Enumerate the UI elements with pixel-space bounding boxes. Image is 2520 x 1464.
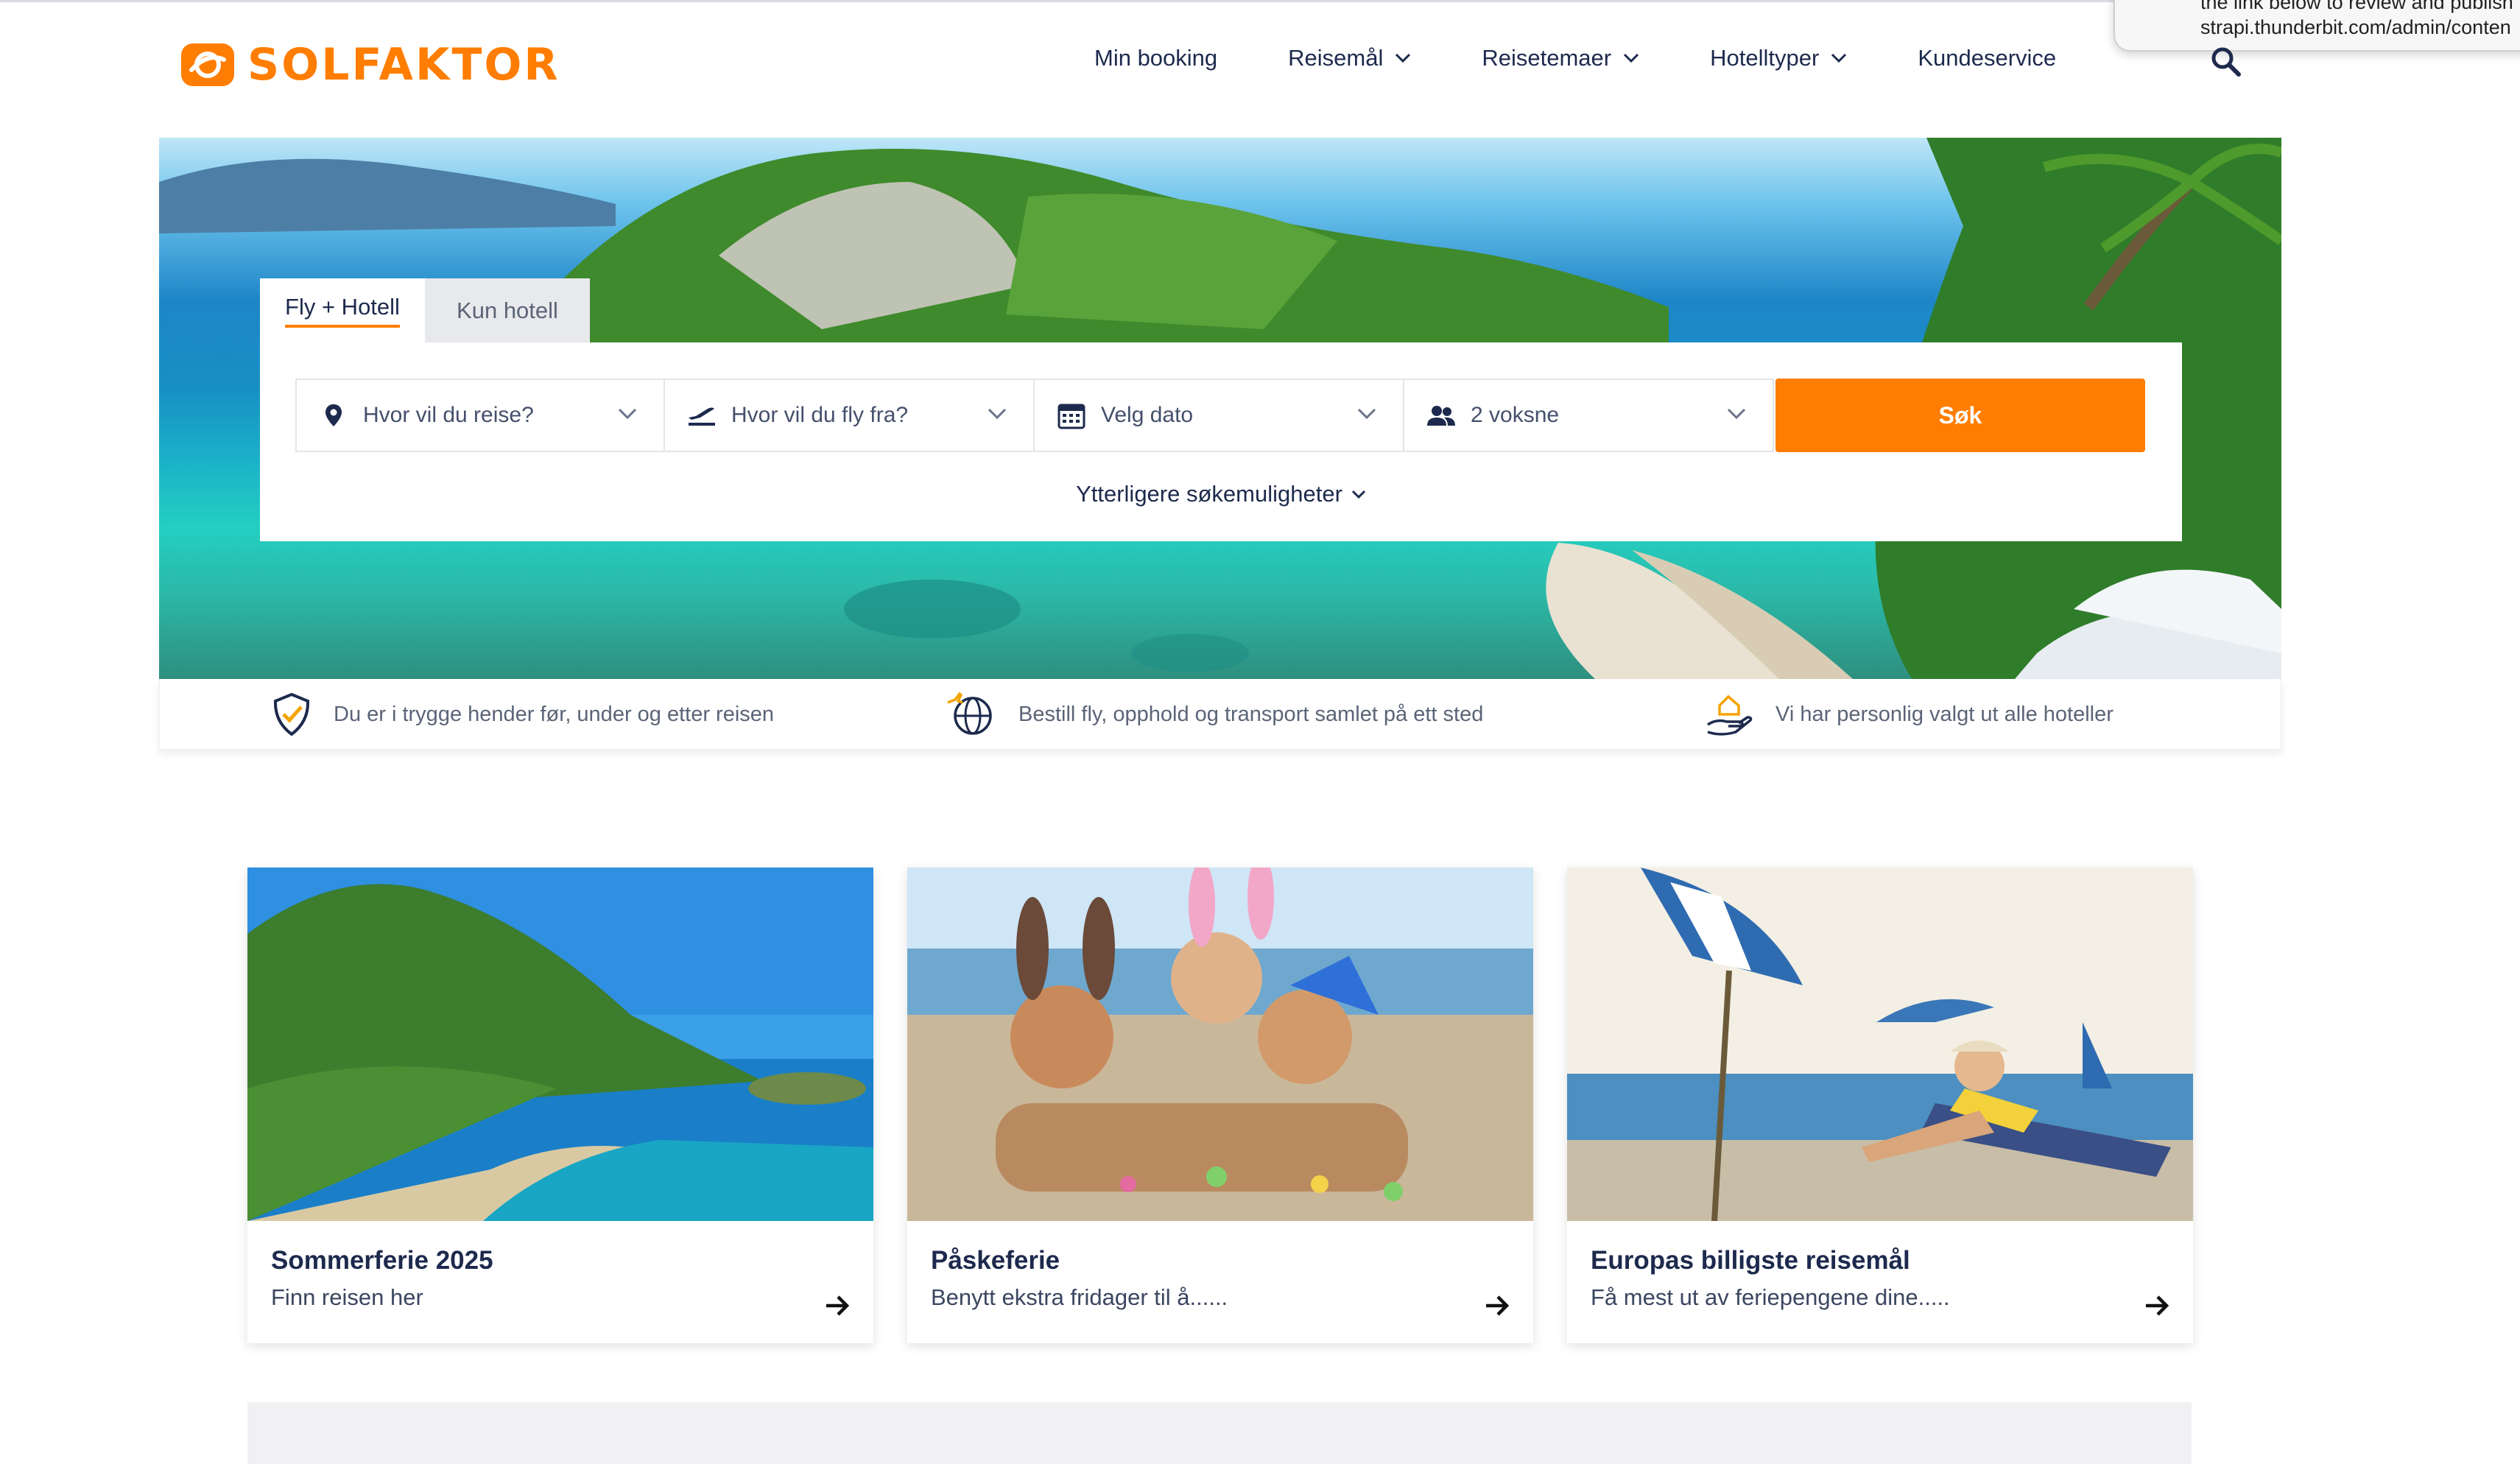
departure-field[interactable]: Hvor vil du fly fra? [665, 379, 1035, 452]
nav-label: Kundeservice [1918, 45, 2057, 71]
people-icon [1426, 401, 1456, 430]
card-subtitle: Få mest ut av feriepengene dine..... [1591, 1284, 1950, 1310]
nav-min-booking[interactable]: Min booking [1094, 45, 1217, 71]
site-header: SOLFAKTOR Min booking Reisemål Reisetema… [0, 2, 2520, 135]
nav-label: Reisemål [1288, 45, 1384, 71]
card-image-beach [247, 868, 873, 1221]
usp-text: Du er i trygge hender før, under og ette… [334, 702, 775, 726]
search-icon[interactable] [2208, 45, 2243, 80]
nav-reisetemaer[interactable]: Reisetemaer [1482, 45, 1639, 71]
card-image-easter-beach [907, 868, 1533, 1221]
usp-item: Bestill fly, opphold og transport samlet… [945, 692, 1483, 736]
chevron-down-icon [1831, 53, 1847, 63]
usp-item: Du er i trygge hender før, under og ette… [272, 692, 774, 736]
tab-kun-hotell[interactable]: Kun hotell [425, 278, 590, 343]
chevron-down-icon [1357, 408, 1376, 420]
usp-text: Bestill fly, opphold og transport samlet… [1018, 702, 1484, 726]
hand-house-icon [1707, 694, 1753, 736]
chevron-down-icon [988, 408, 1007, 420]
date-placeholder: Velg dato [1101, 403, 1194, 427]
chevron-down-icon [1351, 490, 1365, 499]
tab-label: Kun hotell [457, 298, 558, 323]
usp-text: Vi har personlig valgt ut alle hoteller [1775, 702, 2114, 726]
promo-card-europas-billigste[interactable]: Europas billigste reisemål Få mest ut av… [1567, 868, 2193, 1343]
card-subtitle: Finn reisen her [271, 1284, 423, 1310]
usp-bar: Du er i trygge hender før, under og ette… [159, 679, 2281, 750]
next-section-placeholder [247, 1402, 2192, 1464]
search-fields: Hvor vil du reise? Hvor vil du fly fra? … [295, 379, 2145, 452]
search-form: Hvor vil du reise? Hvor vil du fly fra? … [260, 342, 2182, 541]
shield-check-icon [273, 692, 310, 736]
card-subtitle: Benytt ekstra fridager til å...... [931, 1284, 1228, 1310]
arrow-right-icon[interactable] [1485, 1295, 1510, 1317]
nav-label: Hotelltyper [1710, 45, 1820, 71]
tab-fly-hotell[interactable]: Fly + Hotell [260, 278, 425, 343]
date-field[interactable]: Velg dato [1035, 379, 1404, 452]
nav-label: Reisetemaer [1482, 45, 1612, 71]
arrow-right-icon[interactable] [825, 1295, 850, 1317]
sun-logo-icon [181, 43, 234, 86]
brand-name: SOLFAKTOR [247, 39, 560, 91]
search-tabs: Fly + Hotell Kun hotell [260, 278, 590, 343]
chevron-down-icon [1624, 53, 1639, 63]
logo[interactable]: SOLFAKTOR [181, 39, 560, 91]
tab-label: Fly + Hotell [285, 294, 400, 328]
promo-card-paskeferie[interactable]: Påskeferie Benytt ekstra fridager til å.… [907, 868, 1533, 1343]
travellers-field[interactable]: 2 voksne [1404, 379, 1774, 452]
card-title: Påskeferie [931, 1246, 1060, 1275]
nav-reisemal[interactable]: Reisemål [1288, 45, 1411, 71]
location-pin-icon [319, 401, 348, 430]
more-options-label: Ytterligere søkemuligheter [1076, 481, 1342, 507]
nav-label: Min booking [1094, 45, 1218, 71]
promo-card-sommerferie[interactable]: Sommerferie 2025 Finn reisen her [247, 868, 873, 1343]
nav-kundeservice[interactable]: Kundeservice [1918, 45, 2056, 71]
plane-departure-icon [687, 401, 717, 430]
chevron-down-icon [618, 408, 637, 420]
usp-item: Vi har personlig valgt ut alle hoteller [1706, 692, 2114, 736]
destination-placeholder: Hvor vil du reise? [363, 403, 534, 427]
card-image-sunbed [1567, 868, 2193, 1221]
travellers-value: 2 voksne [1471, 403, 1560, 427]
departure-placeholder: Hvor vil du fly fra? [731, 403, 909, 427]
destination-field[interactable]: Hvor vil du reise? [295, 379, 665, 452]
main-nav: Min booking Reisemål Reisetemaer Hotellt… [1094, 45, 2127, 71]
chevron-down-icon [1395, 53, 1411, 63]
search-submit-button[interactable]: Søk [1775, 379, 2145, 452]
hero-banner: Fly + Hotell Kun hotell Hvor vil du reis… [159, 138, 2281, 679]
globe-plane-icon [947, 692, 992, 735]
chevron-down-icon [1727, 408, 1746, 420]
arrow-right-icon[interactable] [2144, 1295, 2169, 1317]
calendar-icon [1057, 401, 1086, 430]
nav-hotelltyper[interactable]: Hotelltyper [1710, 45, 1847, 71]
card-title: Sommerferie 2025 [271, 1246, 493, 1275]
more-search-options-link[interactable]: Ytterligere søkemuligheter [260, 481, 2182, 507]
card-title: Europas billigste reisemål [1591, 1246, 1910, 1275]
